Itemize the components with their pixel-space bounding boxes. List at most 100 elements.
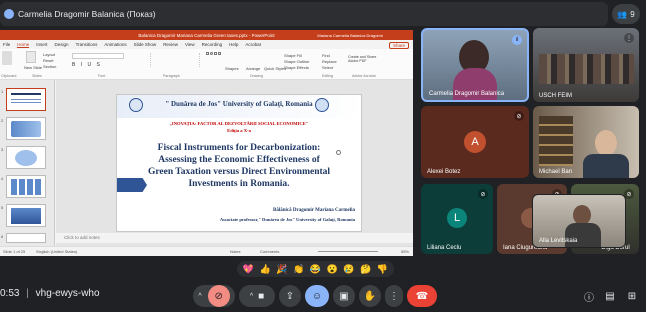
mic-off-icon: ⊘	[478, 189, 488, 199]
reaction-thumbs-up-icon[interactable]: 👍	[260, 264, 271, 275]
camera-icon[interactable]: ■	[258, 291, 264, 302]
tab-view[interactable]: View	[185, 42, 195, 47]
language-status: English (United States)	[36, 249, 78, 254]
participant-tile-alla[interactable]: Alla Levitskaia	[532, 194, 626, 248]
participant-tile-liliana[interactable]: L ⊘ Liliana Ceclu	[421, 184, 493, 254]
slide-title-line: Assessing the Economic Effectiveness of	[158, 155, 320, 165]
group-editing: Editing	[322, 74, 333, 78]
reaction-thinking-icon[interactable]: 🤔	[360, 264, 371, 275]
slide-thumbnail[interactable]: 1	[1, 88, 46, 111]
ppt-share-button[interactable]: Share	[388, 42, 409, 49]
slide-thumbnail[interactable]: 4	[1, 175, 46, 198]
activities-icon[interactable]: ⊞	[624, 288, 640, 304]
shapes-button[interactable]: Shapes	[225, 66, 239, 71]
tab-home[interactable]: Home	[17, 42, 30, 48]
mic-off-icon[interactable]: ⊘	[207, 285, 230, 307]
find-button[interactable]: Find	[322, 53, 330, 58]
tab-slide-show[interactable]: Slide Show	[134, 42, 157, 47]
info-icon[interactable]: ⓘ	[581, 288, 597, 304]
participant-tile-michael[interactable]: Michael Ban	[533, 106, 639, 178]
chevron-up-icon[interactable]: ^	[198, 293, 201, 300]
shape-fill-button[interactable]: Shape Fill	[284, 53, 302, 58]
reactions-bar: 💖 👍 🎉 👏 😂 😮 😢 🤔 👎	[237, 261, 394, 277]
present-icon: ⇪	[285, 290, 295, 302]
leave-call-button[interactable]: ☎	[407, 285, 437, 307]
presenting-bar[interactable]: Carmelia Dragomir Balanica (Показ)	[0, 2, 608, 26]
participant-name: USCH FEIM	[539, 93, 572, 99]
new-slide-button[interactable]: New Slide	[24, 65, 42, 70]
participant-tile-usch-feim[interactable]: ⋮ USCH FEIM	[533, 28, 639, 102]
tab-review[interactable]: Review	[163, 42, 178, 47]
participant-tile-carmelia[interactable]: ıl Carmelia Dragomir Balanica	[421, 28, 529, 102]
paragraph-controls[interactable]	[150, 53, 200, 67]
slide-thumbnail[interactable]: 2	[1, 117, 46, 140]
slide-university: " Dunărea de Jos" University of Galaţi, …	[165, 100, 313, 108]
group-adobe: Adobe Acrobat	[352, 74, 376, 78]
zoom-slider[interactable]	[318, 251, 378, 252]
emoji-icon: ☺	[311, 290, 323, 302]
reset-button[interactable]: Reset	[43, 58, 53, 63]
reactions-button[interactable]: ☺	[305, 285, 329, 307]
tab-design[interactable]: Design	[55, 42, 69, 47]
people-count-badge[interactable]: 👥 9	[612, 4, 640, 24]
tab-transitions[interactable]: Transitions	[76, 42, 98, 47]
reaction-sad-icon[interactable]: 😢	[343, 264, 354, 275]
tab-help[interactable]: Help	[229, 42, 238, 47]
reaction-surprised-icon[interactable]: 😮	[327, 264, 338, 275]
reaction-thumbs-down-icon[interactable]: 👎	[377, 264, 388, 275]
quick-styles-button[interactable]: Quick Styles	[264, 66, 286, 71]
mic-control[interactable]: ^ ⊘	[193, 285, 235, 307]
people-count: 9	[630, 9, 635, 19]
tab-acrobat[interactable]: Acrobat	[245, 42, 261, 47]
replace-button[interactable]: Replace	[322, 59, 337, 64]
camera-control[interactable]: ^ ■	[239, 285, 275, 307]
font-name-box[interactable]	[72, 53, 124, 59]
ppt-title-bar: Balanica Dragomir Mariana Carmelia Green…	[0, 30, 413, 40]
tab-file[interactable]: File	[3, 42, 10, 47]
tab-animations[interactable]: Animations	[104, 42, 126, 47]
reaction-laugh-icon[interactable]: 😂	[310, 264, 321, 275]
notes-pane[interactable]: Click to add notes	[56, 233, 413, 243]
section-button[interactable]: Section	[43, 64, 56, 69]
select-button[interactable]: Select	[322, 65, 333, 70]
group-clipboard: Clipboard	[1, 74, 17, 78]
reaction-heart-icon[interactable]: 💖	[243, 264, 254, 275]
current-slide[interactable]: " Dunărea de Jos" University of Galaţi, …	[116, 94, 362, 232]
raise-hand-button[interactable]: ✋	[359, 285, 381, 307]
group-paragraph: Paragraph	[163, 74, 180, 78]
zoom-level[interactable]: 55%	[401, 247, 409, 256]
shape-effects-button[interactable]: Shape Effects	[284, 65, 309, 70]
shape-outline-button[interactable]: Shape Outline	[284, 59, 309, 64]
font-format-icons[interactable]: B I U S	[72, 62, 134, 68]
slide-conference: „INOVAȚIA: FACTOR AL DEZVOLTĂRII SOCIAL …	[169, 121, 309, 126]
present-screen-button[interactable]: ⇪	[279, 285, 301, 307]
paste-icon[interactable]	[2, 51, 12, 65]
notes-toggle[interactable]: Notes	[230, 247, 240, 256]
reaction-clap-icon[interactable]: 👏	[293, 264, 304, 275]
comments-toggle[interactable]: Comments	[260, 247, 279, 256]
participant-video	[583, 154, 629, 178]
reaction-party-icon[interactable]: 🎉	[276, 264, 287, 275]
slide-thumbnail[interactable]: 6	[1, 233, 46, 243]
tab-insert[interactable]: Insert	[36, 42, 47, 47]
participant-video	[565, 223, 601, 247]
layout-button[interactable]: Layout	[43, 52, 55, 57]
people-icon: 👥	[617, 9, 628, 19]
ppt-title: Balanica Dragomir Mariana Carmelia Green…	[138, 32, 275, 38]
slide-thumbnail[interactable]: 5	[1, 204, 46, 227]
new-slide-icon[interactable]	[26, 51, 36, 63]
create-share-pdf-button[interactable]: Create and Share Adobe PDF	[348, 55, 382, 63]
chat-icon[interactable]: ▤	[602, 288, 618, 304]
slide-author: Bălănică Dragomir Mariana Carmelia	[273, 208, 355, 213]
group-slides: Slides	[32, 74, 42, 78]
more-options-icon[interactable]: ⋮	[624, 33, 634, 43]
more-options-button[interactable]: ⋮	[385, 285, 403, 307]
shapes-gallery[interactable]	[206, 52, 224, 64]
chevron-up-icon[interactable]: ^	[250, 293, 253, 300]
slide-thumbnail[interactable]: 3	[1, 146, 46, 169]
participant-video	[573, 205, 591, 225]
arrange-button[interactable]: Arrange	[246, 66, 260, 71]
participant-tile-alexei[interactable]: A ⊘ Alexei Botez	[421, 106, 529, 178]
tab-recording[interactable]: Recording	[202, 42, 223, 47]
captions-button[interactable]: ▣	[333, 285, 355, 307]
